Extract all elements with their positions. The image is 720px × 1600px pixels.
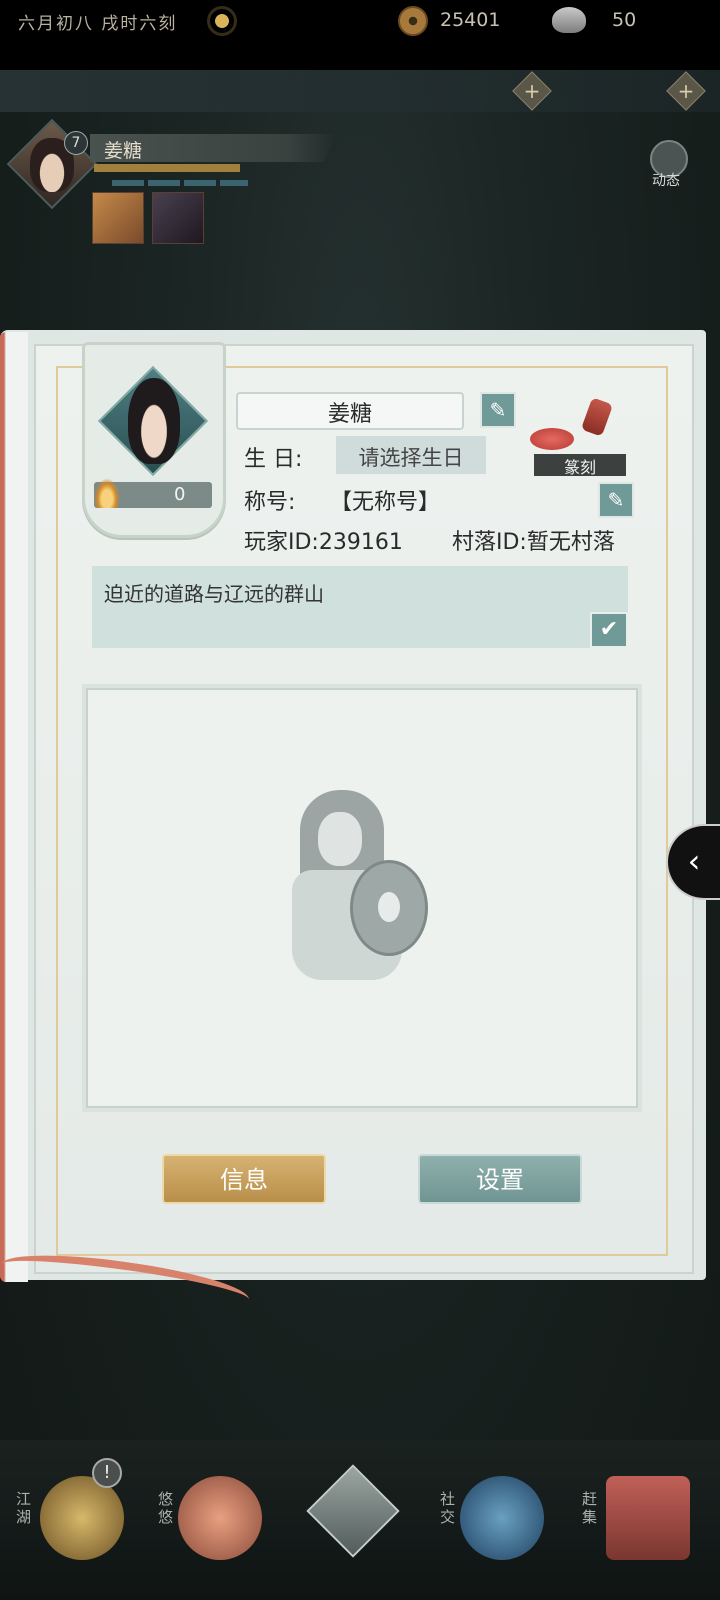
nav-label-market[interactable]: 赶集: [582, 1490, 602, 1526]
nav-label-youyou[interactable]: 悠悠: [158, 1490, 178, 1526]
title-value: 【无称号】: [330, 490, 441, 515]
nav-label-jianghu[interactable]: 江湖: [16, 1490, 36, 1526]
market-icon[interactable]: [606, 1476, 690, 1560]
pipa-soundhole: [378, 892, 400, 922]
motto-text[interactable]: 迫近的道路与辽远的群山: [104, 578, 324, 607]
player-id: 玩家ID:239161: [244, 530, 403, 555]
edit-title-button[interactable]: ✎: [598, 482, 634, 518]
birthday-value[interactable]: 请选择生日: [336, 442, 486, 472]
painting-figure-face: [318, 812, 362, 866]
experience-bar: [94, 164, 240, 172]
coin-count: 25401: [440, 9, 501, 31]
social-icon[interactable]: [460, 1476, 544, 1560]
level-badge: 7: [64, 131, 88, 155]
popularity-count: 0: [174, 484, 186, 505]
buff-slot-1[interactable]: [92, 192, 144, 244]
dynamic-feed-label[interactable]: 动态: [652, 170, 680, 190]
game-date: 六月初八 戌时六刻: [18, 14, 178, 34]
youyou-icon[interactable]: [178, 1476, 262, 1560]
edit-name-button[interactable]: ✎: [480, 392, 516, 428]
top-resource-bar: [0, 70, 720, 112]
seal-ink-icon: [530, 428, 574, 450]
copper-coin-icon: [398, 6, 428, 36]
info-button[interactable]: 信息: [162, 1154, 326, 1204]
ingot-count: 50: [612, 9, 637, 31]
title-label: 称号:: [244, 490, 296, 515]
flame-icon: [94, 478, 120, 508]
alert-icon: !: [92, 1458, 122, 1488]
profile-name: 姜糖: [327, 402, 372, 427]
village-id: 村落ID:暂无村落: [452, 530, 615, 555]
portrait-avatar: [128, 378, 180, 464]
silver-ingot-icon: [552, 7, 586, 33]
sun-icon: [210, 9, 234, 33]
book-spine: [0, 332, 28, 1282]
nav-label-social[interactable]: 社交: [440, 1490, 460, 1526]
status-pips: [112, 180, 248, 186]
buff-slot-2[interactable]: [152, 192, 204, 244]
settings-button[interactable]: 设置: [418, 1154, 582, 1204]
birthday-label: 生 日:: [244, 447, 303, 472]
seal-engrave-label[interactable]: 篆刻: [534, 454, 626, 478]
confirm-motto-button[interactable]: ✔: [590, 612, 628, 648]
character-name: 姜糖: [104, 140, 143, 162]
jianghu-icon[interactable]: [40, 1476, 124, 1560]
